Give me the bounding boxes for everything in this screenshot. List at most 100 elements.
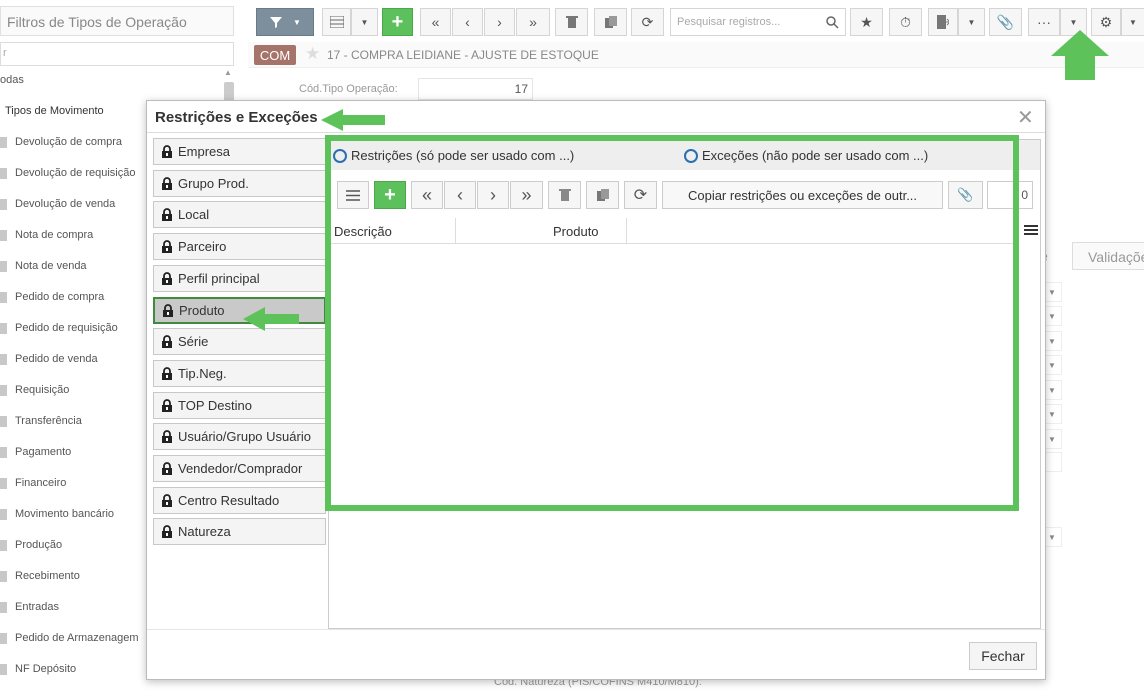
category-label: Usuário/Grupo Usuário xyxy=(178,429,311,445)
lock-icon xyxy=(162,240,172,254)
copy-icon xyxy=(604,16,617,28)
lock-icon xyxy=(162,145,172,158)
tree-item-label: Devolução de venda xyxy=(15,198,116,210)
tree-item[interactable]: Nota de venda xyxy=(0,256,87,276)
lock-icon xyxy=(162,398,172,412)
tree-item-label: Nota de venda xyxy=(15,260,87,272)
chevron-down-icon: ▼ xyxy=(1069,17,1078,27)
tree-item[interactable]: Produção xyxy=(0,535,62,555)
tree-item[interactable]: Recebimento xyxy=(0,566,80,586)
tree-item-label: Pedido de requisição xyxy=(15,322,118,334)
tree-item[interactable]: NF Depósito xyxy=(0,659,76,679)
category-label: Série xyxy=(178,334,209,350)
lock-icon xyxy=(163,303,173,317)
records-search-input[interactable]: Pesquisar registros... xyxy=(670,8,846,36)
category-label: Local xyxy=(178,207,210,223)
tree-item[interactable]: Pedido de compra xyxy=(0,287,104,307)
star-icon: ★ xyxy=(860,13,873,30)
filter-button[interactable]: ▼ xyxy=(256,8,314,36)
tree-item[interactable]: Devolução de compra xyxy=(0,132,122,152)
category-label: Parceiro xyxy=(178,239,227,255)
delete-button[interactable] xyxy=(555,8,588,36)
lock-icon xyxy=(162,462,172,475)
attachment-button[interactable]: 📎 xyxy=(989,8,1022,36)
tree-item-label: Recebimento xyxy=(15,570,80,582)
tree-item-label: Nota de compra xyxy=(15,229,94,241)
first-record-button[interactable]: « xyxy=(420,8,451,36)
tree-group-tipos-movimento[interactable]: Tipos de Movimento xyxy=(5,105,104,117)
previous-record-button[interactable]: ‹ xyxy=(452,8,483,36)
document-icon xyxy=(0,539,7,551)
category-vendedor-comprador[interactable]: Vendedor/Comprador xyxy=(153,455,326,482)
next-record-button[interactable]: › xyxy=(484,8,515,36)
tree-item[interactable]: Devolução de requisição xyxy=(0,163,135,183)
category-s-rie[interactable]: Série xyxy=(153,328,326,356)
add-record-button[interactable]: + xyxy=(382,8,413,36)
tree-item-label: Movimento bancário xyxy=(15,508,115,520)
last-record-button[interactable]: » xyxy=(516,8,550,36)
category-perfil-principal[interactable]: Perfil principal xyxy=(153,264,326,292)
category-parceiro[interactable]: Parceiro xyxy=(153,233,326,261)
document-icon xyxy=(0,570,7,582)
chevron-down-icon[interactable]: ▼ xyxy=(293,18,301,27)
cod-tipo-operacao-field[interactable]: 17 xyxy=(418,78,533,100)
category-tip-neg-[interactable]: Tip.Neg. xyxy=(153,359,326,387)
star-icon[interactable]: ★ xyxy=(305,44,320,64)
category-centro-resultado[interactable]: Centro Resultado xyxy=(153,486,326,514)
tab-validacoes[interactable]: Validaçõe xyxy=(1072,242,1144,270)
category-grupo-prod-[interactable]: Grupo Prod. xyxy=(153,169,326,197)
settings-dropdown-button[interactable]: ▼ xyxy=(1121,8,1144,36)
export-dropdown-button[interactable]: ▼ xyxy=(958,8,985,36)
tree-item[interactable]: Pagamento xyxy=(0,442,71,462)
restricoes-excecoes-dialog: Restrições e Exceções ✕ Empresa Grupo Pro… xyxy=(146,100,1046,680)
grid-view-button[interactable] xyxy=(322,8,351,36)
tree-item[interactable]: Nota de compra xyxy=(0,225,93,245)
favorite-button[interactable]: ★ xyxy=(850,8,883,36)
tree-item[interactable]: Devolução de venda xyxy=(0,194,115,214)
document-icon xyxy=(0,291,7,303)
category-natureza[interactable]: Natureza xyxy=(153,518,326,546)
funnel-icon xyxy=(270,17,283,28)
filter-search-input[interactable]: r xyxy=(0,42,234,66)
export-button[interactable] xyxy=(928,8,958,36)
stopwatch-icon: ⏱ xyxy=(900,13,911,30)
tree-item-label: Produção xyxy=(15,539,63,551)
document-icon xyxy=(0,322,7,334)
hamburger-menu-icon[interactable] xyxy=(1024,224,1038,236)
tree-item[interactable]: Movimento bancário xyxy=(0,504,114,524)
tree-item[interactable]: Financeiro xyxy=(0,473,66,493)
tree-item[interactable]: Pedido de venda xyxy=(0,349,98,369)
tree-item-label: Entradas xyxy=(15,601,60,613)
tree-item[interactable]: Requisição xyxy=(0,380,69,400)
tree-item[interactable]: Pedido de Armazenagem xyxy=(0,628,139,648)
tree-item-label: NF Depósito xyxy=(15,663,77,675)
category-top-destino[interactable]: TOP Destino xyxy=(153,391,326,419)
view-dropdown-button[interactable]: ▼ xyxy=(351,8,378,36)
duplicate-button[interactable] xyxy=(594,8,627,36)
tree-item-label: Pagamento xyxy=(15,446,72,458)
lock-icon xyxy=(162,493,172,507)
tree-item[interactable]: Transferência xyxy=(0,411,82,431)
category-label: Grupo Prod. xyxy=(178,175,249,191)
lock-icon xyxy=(162,271,172,285)
lock-icon xyxy=(162,367,172,380)
tree-item[interactable]: Entradas xyxy=(0,597,59,617)
close-button[interactable]: Fechar xyxy=(969,642,1037,670)
category-usu-rio-grupo-usu-rio[interactable]: Usuário/Grupo Usuário xyxy=(153,423,326,451)
document-icon xyxy=(0,415,7,427)
chevron-right-icon: › xyxy=(497,14,502,30)
category-label: Produto xyxy=(179,302,225,318)
tree-item[interactable]: Pedido de requisição xyxy=(0,318,118,338)
record-title: 17 - COMPRA LEIDIANE - AJUSTE DE ESTOQUE xyxy=(327,48,599,62)
category-empresa[interactable]: Empresa xyxy=(153,138,326,165)
category-label: Perfil principal xyxy=(178,270,260,286)
scroll-up-icon[interactable]: ▲ xyxy=(224,68,232,77)
tree-root-todas[interactable]: odas xyxy=(0,74,24,86)
category-produto[interactable]: Produto xyxy=(153,296,326,324)
refresh-button[interactable]: ⟳ xyxy=(631,8,664,36)
close-icon[interactable]: ✕ xyxy=(1017,105,1034,130)
timer-button[interactable]: ⏱ xyxy=(889,8,922,36)
category-local[interactable]: Local xyxy=(153,201,326,229)
list-icon xyxy=(329,16,344,28)
tree-item-label: Financeiro xyxy=(15,477,67,489)
